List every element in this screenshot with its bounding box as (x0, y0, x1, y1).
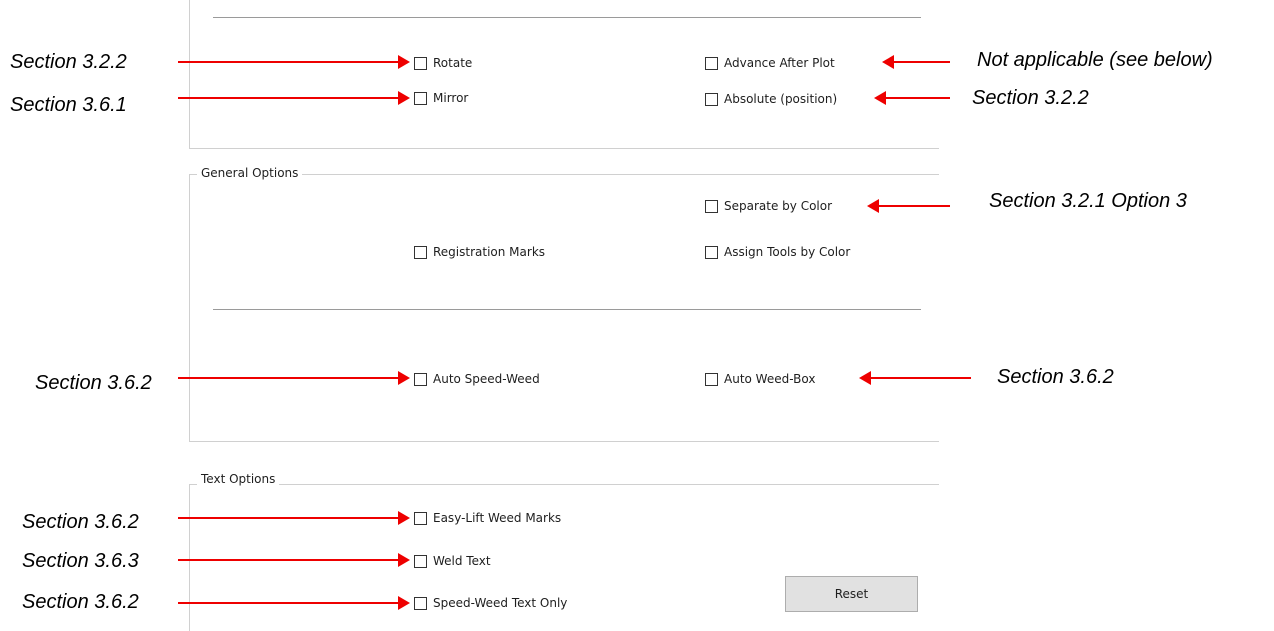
advance-after-plot-label: Advance After Plot (724, 56, 835, 70)
top-group-bottom-border (189, 148, 939, 149)
general-options-bottom-border (189, 441, 939, 442)
separate-by-color-checkbox[interactable]: Separate by Color (705, 198, 832, 214)
weld-text-label: Weld Text (433, 554, 491, 568)
arrow-separate-by-color (867, 199, 950, 213)
easy-lift-weed-marks-checkbox-box[interactable] (414, 511, 427, 525)
arrow-rotate (178, 55, 410, 69)
annotation-speed-weed-text-only: Section 3.6.2 (22, 591, 139, 613)
annotation-rotate: Section 3.2.2 (10, 51, 127, 73)
rotate-checkbox[interactable]: Rotate (414, 55, 472, 71)
annotation-weld-text: Section 3.6.3 (22, 550, 139, 572)
advance-after-plot-checkbox-box[interactable] (705, 56, 718, 70)
registration-marks-checkbox[interactable]: Registration Marks (414, 244, 545, 260)
top-group-left-border (189, 0, 190, 148)
annotation-auto-weed-box: Section 3.6.2 (997, 366, 1114, 388)
top-separator (213, 17, 921, 18)
annotation-easy-lift-weed-marks: Section 3.6.2 (22, 511, 139, 533)
speed-weed-text-only-checkbox-box[interactable] (414, 596, 427, 610)
general-separator (213, 309, 921, 310)
annotation-auto-speed-weed: Section 3.6.2 (35, 372, 152, 394)
easy-lift-weed-marks-checkbox[interactable]: Easy-Lift Weed Marks (414, 510, 561, 526)
assign-tools-by-color-label: Assign Tools by Color (724, 245, 851, 259)
auto-speed-weed-checkbox[interactable]: Auto Speed-Weed (414, 371, 540, 387)
speed-weed-text-only-checkbox[interactable]: Speed-Weed Text Only (414, 595, 567, 611)
weld-text-checkbox[interactable]: Weld Text (414, 553, 491, 569)
arrow-auto-weed-box (859, 371, 971, 385)
absolute-position-checkbox-box[interactable] (705, 92, 718, 106)
general-options-left-border (189, 174, 190, 442)
arrow-easy-lift-weed-marks (178, 511, 410, 525)
general-options-title: General Options (197, 166, 303, 180)
weld-text-checkbox-box[interactable] (414, 554, 427, 568)
assign-tools-by-color-checkbox[interactable]: Assign Tools by Color (705, 244, 850, 260)
arrow-mirror (178, 91, 410, 105)
assign-tools-by-color-checkbox-box[interactable] (705, 245, 718, 259)
mirror-label: Mirror (433, 91, 469, 105)
reset-button[interactable]: Reset (785, 576, 918, 612)
registration-marks-label: Registration Marks (433, 245, 546, 259)
auto-weed-box-label: Auto Weed-Box (724, 372, 816, 386)
annotation-separate-by-color: Section 3.2.1 Option 3 (989, 190, 1187, 212)
rotate-label: Rotate (433, 56, 473, 70)
auto-speed-weed-label: Auto Speed-Weed (433, 372, 540, 386)
auto-weed-box-checkbox[interactable]: Auto Weed-Box (705, 371, 815, 387)
separate-by-color-checkbox-box[interactable] (705, 199, 718, 213)
annotation-absolute-position: Section 3.2.2 (972, 87, 1089, 109)
arrow-auto-speed-weed (178, 371, 410, 385)
speed-weed-text-only-label: Speed-Weed Text Only (433, 596, 568, 610)
text-options-top-border (189, 484, 939, 485)
arrow-weld-text (178, 553, 410, 567)
annotation-advance-after-plot: Not applicable (see below) (977, 49, 1213, 71)
advance-after-plot-checkbox[interactable]: Advance After Plot (705, 55, 835, 71)
auto-speed-weed-checkbox-box[interactable] (414, 372, 427, 386)
text-options-title: Text Options (197, 472, 280, 486)
easy-lift-weed-marks-label: Easy-Lift Weed Marks (433, 511, 562, 525)
arrow-advance-after-plot (882, 55, 950, 69)
mirror-checkbox-box[interactable] (414, 91, 427, 105)
annotation-mirror: Section 3.6.1 (10, 94, 127, 116)
auto-weed-box-checkbox-box[interactable] (705, 372, 718, 386)
arrow-speed-weed-text-only (178, 596, 410, 610)
arrow-absolute-position (874, 91, 950, 105)
absolute-position-label: Absolute (position) (724, 92, 838, 106)
registration-marks-checkbox-box[interactable] (414, 245, 427, 259)
rotate-checkbox-box[interactable] (414, 56, 427, 70)
separate-by-color-label: Separate by Color (724, 199, 833, 213)
mirror-checkbox[interactable]: Mirror (414, 90, 468, 106)
absolute-position-checkbox[interactable]: Absolute (position) (705, 91, 837, 107)
